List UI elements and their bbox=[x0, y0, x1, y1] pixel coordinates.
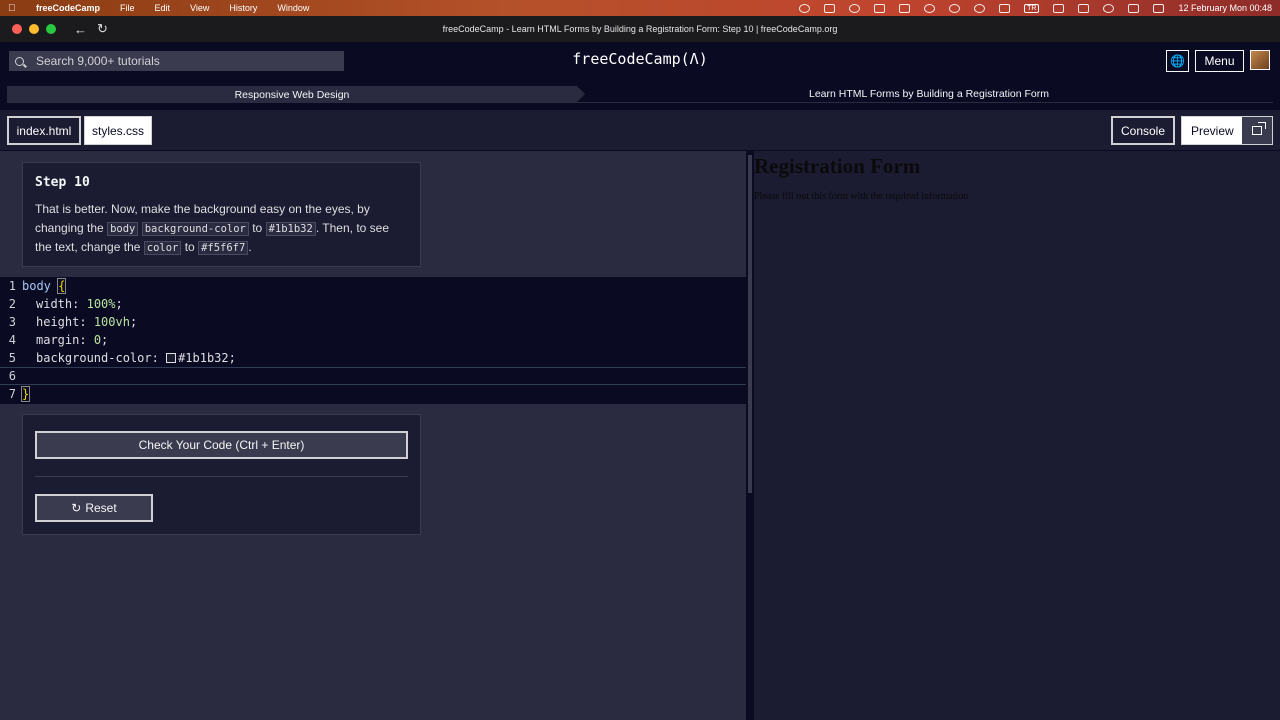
code-editor[interactable]: 1 body { 2 width: 100%; 3 height: 100vh;… bbox=[0, 277, 746, 404]
minimize-window-button[interactable] bbox=[29, 24, 39, 34]
person-icon[interactable] bbox=[874, 3, 886, 13]
menu-app-name[interactable]: freeCodeCamp bbox=[36, 3, 100, 13]
menu-window[interactable]: Window bbox=[277, 3, 309, 13]
zoom-window-button[interactable] bbox=[46, 24, 56, 34]
user-icon[interactable] bbox=[949, 3, 961, 13]
step-description: That is better. Now, make the background… bbox=[35, 202, 390, 255]
reset-icon: ↻ bbox=[71, 501, 82, 515]
language-globe-icon[interactable]: 🌐 bbox=[1166, 50, 1189, 72]
screen-icon[interactable] bbox=[899, 3, 911, 13]
reset-label: Reset bbox=[85, 501, 117, 515]
instructions-editor-pane: Step 10 That is better. Now, make the ba… bbox=[0, 151, 746, 720]
volume-icon[interactable] bbox=[999, 3, 1011, 13]
back-arrow-icon[interactable]: ← bbox=[74, 22, 87, 37]
input-source-indicator[interactable]: TR bbox=[1024, 3, 1040, 13]
menu-view[interactable]: View bbox=[190, 3, 209, 13]
code-line[interactable]: 2 width: 100%; bbox=[0, 295, 746, 313]
preview-label: Preview bbox=[1191, 123, 1234, 138]
search-input[interactable] bbox=[36, 54, 326, 68]
macos-menu-bar:  freeCodeCamp File Edit View History Wi… bbox=[0, 0, 1280, 16]
reset-button[interactable]: ↻ Reset bbox=[35, 494, 153, 522]
record-icon[interactable] bbox=[799, 3, 811, 13]
focus-icon[interactable] bbox=[924, 3, 936, 13]
reload-icon[interactable]: ↻ bbox=[97, 21, 108, 37]
divider bbox=[35, 476, 408, 477]
search-bar[interactable] bbox=[9, 51, 344, 71]
code-line[interactable]: 3 height: 100vh; bbox=[0, 313, 746, 331]
fcc-logo-text[interactable]: freeCodeCamp bbox=[572, 50, 680, 68]
popout-preview-icon[interactable] bbox=[1242, 117, 1272, 144]
fcc-navbar: freeCodeCamp(Λ) 🌐 Menu bbox=[0, 42, 1280, 80]
preview-heading: Registration Form bbox=[754, 154, 921, 178]
code-line[interactable]: 4 margin: 0; bbox=[0, 331, 746, 349]
apple-icon[interactable]:  bbox=[8, 3, 22, 14]
tab-index-html[interactable]: index.html bbox=[7, 116, 81, 145]
menu-history[interactable]: History bbox=[229, 3, 257, 13]
clock[interactable]: 12 February Mon 00:48 bbox=[1178, 3, 1272, 13]
color-swatch bbox=[166, 353, 177, 363]
battery-icon[interactable] bbox=[1078, 3, 1090, 13]
preview-button[interactable]: Preview bbox=[1181, 116, 1273, 145]
creative-cloud-icon[interactable] bbox=[849, 3, 861, 13]
breadcrumb: Responsive Web Design Learn HTML Forms b… bbox=[7, 86, 1273, 103]
wifi-off-icon[interactable] bbox=[1128, 3, 1140, 13]
window-title: freeCodeCamp - Learn HTML Forms by Build… bbox=[442, 24, 838, 34]
breadcrumb-block[interactable]: Learn HTML Forms by Building a Registrat… bbox=[577, 86, 1273, 103]
action-panel: Check Your Code (Ctrl + Enter) ↻ Reset bbox=[22, 414, 421, 535]
close-window-button[interactable] bbox=[12, 24, 22, 34]
avatar[interactable] bbox=[1250, 50, 1270, 70]
menu-file[interactable]: File bbox=[120, 3, 135, 13]
console-button[interactable]: Console bbox=[1111, 116, 1175, 145]
spotlight-icon[interactable] bbox=[1103, 3, 1115, 13]
code-line[interactable]: 1 body { bbox=[0, 277, 746, 295]
breadcrumb-superblock[interactable]: Responsive Web Design bbox=[7, 86, 585, 103]
step-title: Step 10 bbox=[35, 175, 90, 190]
search-icon bbox=[15, 56, 24, 66]
check-code-button[interactable]: Check Your Code (Ctrl + Enter) bbox=[35, 431, 408, 459]
editor-tabs-bar: index.html styles.css Console Preview bbox=[0, 110, 1280, 150]
code-line-active[interactable]: 6 bbox=[0, 367, 746, 385]
preview-paragraph: Please fill out this form with the requi… bbox=[754, 191, 969, 202]
bluetooth-icon[interactable] bbox=[1053, 3, 1065, 13]
step-instructions: Step 10 That is better. Now, make the ba… bbox=[22, 162, 421, 267]
tab-styles-css[interactable]: styles.css bbox=[84, 116, 152, 145]
menu-edit[interactable]: Edit bbox=[155, 3, 171, 13]
scrollbar[interactable] bbox=[748, 155, 752, 493]
control-center-icon[interactable] bbox=[1153, 3, 1165, 13]
code-line[interactable]: 5 background-color: #1b1b32; bbox=[0, 349, 746, 367]
window-titlebar: ← ↻ freeCodeCamp - Learn HTML Forms by B… bbox=[0, 16, 1280, 42]
extension-icon[interactable] bbox=[824, 3, 836, 13]
menu-button[interactable]: Menu bbox=[1195, 50, 1244, 72]
preview-pane: Registration Form Please fill out this f… bbox=[754, 151, 1280, 720]
code-line[interactable]: 7 } bbox=[0, 385, 746, 403]
time-machine-icon[interactable] bbox=[974, 3, 986, 13]
fcc-logo-flame[interactable]: (Λ) bbox=[681, 50, 708, 68]
